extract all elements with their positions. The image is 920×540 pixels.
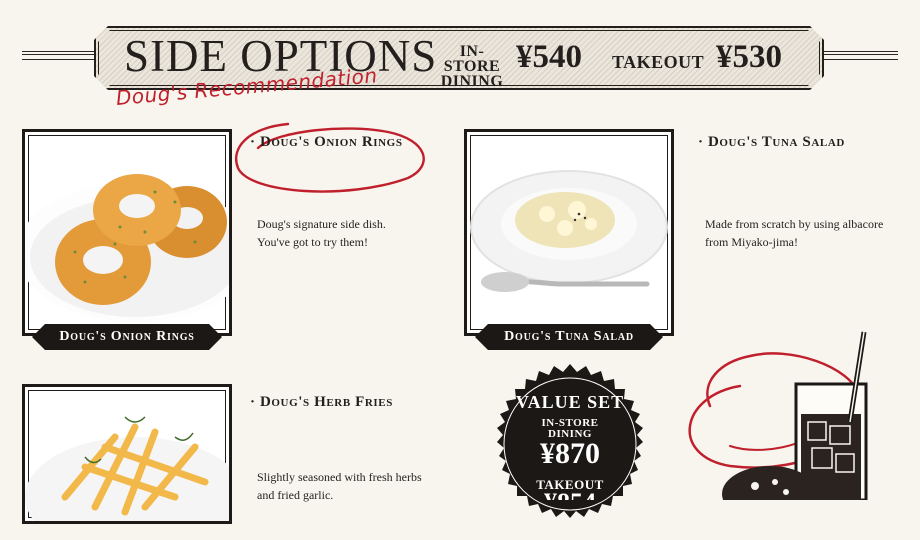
tuna-salad-title: · Doug's Tuna Salad [698, 134, 845, 150]
instore-label-line1: IN-STORE [443, 43, 501, 75]
instore-dining-label: IN-STORE DINING [432, 43, 512, 90]
header-rule-left [22, 51, 96, 60]
herb-fries-photo [22, 384, 245, 540]
onion-rings-description: Doug's signature side dish. You've got t… [257, 215, 386, 251]
drink-illustration [688, 331, 868, 500]
value-set-takeout-price: ¥854 [490, 488, 650, 500]
tuna-salad-desc-line2: from Miyako-jima! [705, 235, 798, 249]
tuna-salad-description: Made from scratch by using albacore from… [705, 215, 883, 251]
herb-fries-desc-line1: Slightly seasoned with fresh herbs [257, 470, 422, 484]
takeout-label: TAKEOUT [612, 52, 705, 72]
herb-fries-desc-line2: and fried garlic. [257, 488, 334, 502]
herb-fries-description: Slightly seasoned with fresh herbs and f… [257, 468, 422, 504]
onion-rings-ribbon: Doug's Onion Rings [32, 324, 222, 350]
takeout-price: ¥530 [716, 39, 782, 75]
onion-rings-desc-line1: Doug's signature side dish. [257, 217, 386, 231]
tuna-salad-photo [464, 129, 674, 336]
instore-price: ¥540 [516, 39, 582, 75]
instore-label-line2: DINING [440, 73, 504, 90]
value-set-instore-price: ¥870 [540, 437, 600, 470]
tuna-salad-desc-line1: Made from scratch by using albacore [705, 217, 884, 231]
herb-fries-title: · Doug's Herb Fries [250, 394, 393, 410]
onion-rings-image [17, 174, 253, 322]
header-rule-right [822, 51, 898, 60]
onion-rings-desc-line2: You've got to try them! [257, 235, 368, 249]
recommendation-circle [235, 122, 425, 193]
onion-rings-photo [17, 129, 253, 336]
herb-fries-image [25, 416, 245, 540]
tuna-salad-ribbon: Doug's Tuna Salad [475, 324, 663, 350]
value-set-label: VALUE SET [515, 392, 625, 412]
tuna-salad-image [470, 170, 668, 292]
onion-rings-title: · Doug's Onion Rings [250, 134, 403, 150]
